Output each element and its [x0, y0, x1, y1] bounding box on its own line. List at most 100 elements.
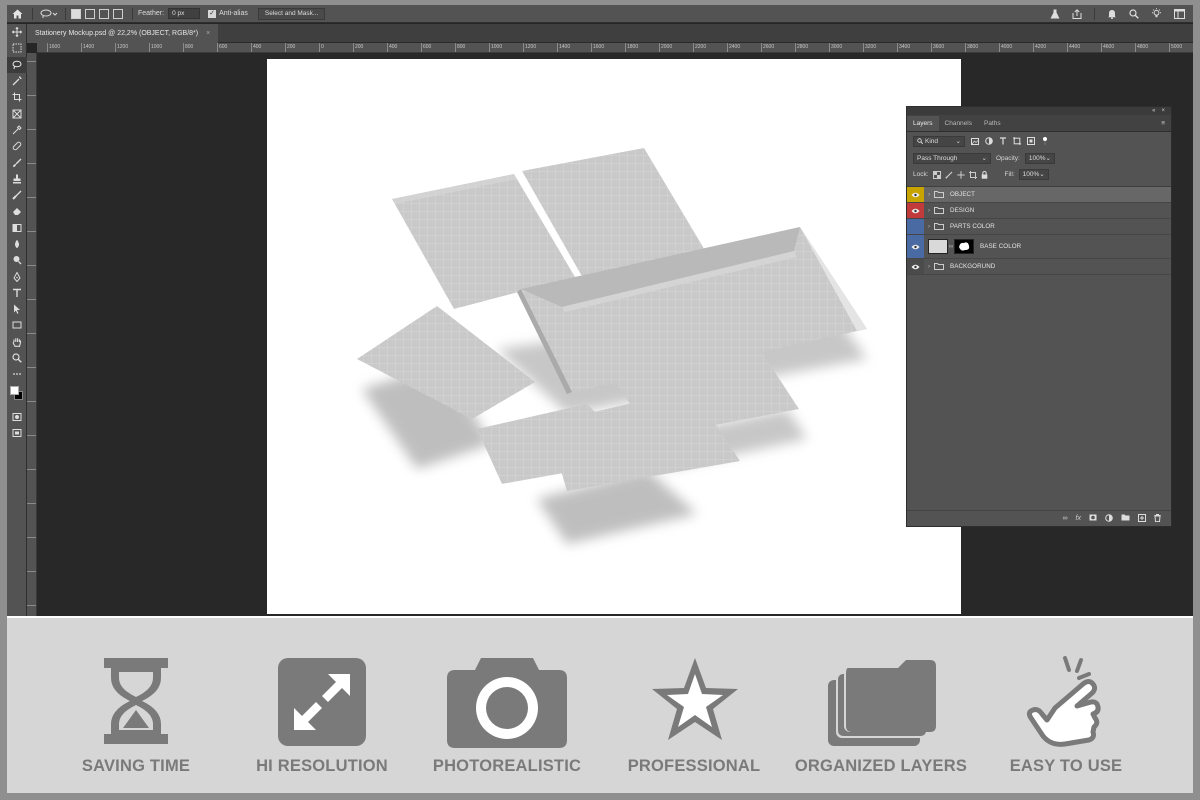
close-panel-icon[interactable]: ×: [1161, 108, 1165, 114]
document-title: Stationery Mockup.psd @ 22,2% (OBJECT, R…: [35, 30, 199, 37]
new-group-icon[interactable]: [1121, 514, 1130, 523]
hand-tool[interactable]: [7, 334, 27, 350]
expand-group-icon[interactable]: ›: [924, 208, 934, 214]
eraser-tool[interactable]: [7, 203, 27, 219]
lasso-tool-preset[interactable]: [38, 8, 60, 20]
artboard[interactable]: [267, 59, 961, 614]
blend-mode-select[interactable]: Pass Through ⌄: [913, 152, 991, 164]
bandage-icon: [12, 141, 22, 151]
new-layer-icon[interactable]: [1138, 513, 1146, 524]
opacity-input[interactable]: 100% ⌄: [1024, 152, 1055, 164]
layer-row[interactable]: › BACKGORUND: [907, 259, 1171, 275]
ruler-tick-label: 3600: [933, 44, 945, 50]
pen-tool[interactable]: [7, 268, 27, 284]
gradient-tool[interactable]: [7, 220, 27, 236]
layer-row[interactable]: › PARTS COLOR: [907, 219, 1171, 235]
eyedropper-tool[interactable]: [7, 122, 27, 138]
add-mask-icon[interactable]: [1089, 514, 1097, 523]
fx-icon[interactable]: fx: [1076, 515, 1081, 522]
canvas-area[interactable]: « × Layers Channels Paths ≡ Kind ⌄ Pass …: [37, 53, 1193, 616]
fill-input[interactable]: 100% ⌄: [1018, 169, 1049, 180]
marquee-tool[interactable]: [7, 40, 27, 56]
filter-smart-object-icon[interactable]: [1027, 137, 1035, 145]
layer-row[interactable]: › OBJECT: [907, 187, 1171, 203]
lightbulb-icon[interactable]: [1151, 8, 1162, 19]
history-brush-tool[interactable]: [7, 187, 27, 203]
layer-row[interactable]: ∞ BASE COLOR: [907, 235, 1171, 259]
visibility-toggle[interactable]: [907, 187, 924, 202]
subtract-selection-icon[interactable]: [99, 8, 109, 19]
home-button[interactable]: [7, 5, 27, 23]
filter-adjustment-icon[interactable]: [985, 137, 993, 145]
visibility-toggle[interactable]: [907, 259, 924, 274]
lock-all-icon[interactable]: [981, 170, 989, 179]
lock-transparent-icon[interactable]: [932, 170, 941, 179]
vertical-ruler[interactable]: [27, 53, 37, 616]
ruler-tick-label: 3400: [899, 44, 911, 50]
lock-position-icon[interactable]: [956, 170, 965, 179]
collapse-panel-icon[interactable]: «: [1152, 108, 1155, 114]
rectangle-tool[interactable]: [7, 317, 27, 333]
quick-select-tool[interactable]: [7, 73, 27, 89]
clone-stamp-tool[interactable]: [7, 171, 27, 187]
workspace-icon[interactable]: [1174, 8, 1185, 19]
tab-paths[interactable]: Paths: [978, 116, 1007, 131]
tab-channels[interactable]: Channels: [939, 116, 978, 131]
document-tab[interactable]: Stationery Mockup.psd @ 22,2% (OBJECT, R…: [27, 24, 219, 43]
panel-menu-icon[interactable]: ≡: [1161, 116, 1171, 131]
adjustment-layer-icon[interactable]: [1105, 513, 1113, 524]
close-tab-icon[interactable]: ×: [206, 24, 210, 43]
ruler-tick: [27, 367, 36, 368]
path-select-tool[interactable]: [7, 301, 27, 317]
quick-mask-button[interactable]: [7, 409, 27, 425]
add-selection-icon[interactable]: [85, 8, 95, 19]
frame-tool[interactable]: [7, 105, 27, 121]
blur-tool[interactable]: [7, 236, 27, 252]
trash-icon[interactable]: [1154, 513, 1161, 524]
color-swatches[interactable]: [7, 383, 27, 409]
visibility-toggle[interactable]: [907, 235, 924, 258]
type-tool[interactable]: [7, 285, 27, 301]
expand-group-icon[interactable]: ›: [924, 192, 934, 198]
visibility-toggle[interactable]: [907, 219, 924, 234]
feather-input[interactable]: 0 px: [168, 8, 201, 19]
screen-mode-button[interactable]: [7, 425, 27, 441]
bell-icon[interactable]: [1107, 9, 1117, 19]
foreground-color-swatch[interactable]: [10, 385, 19, 395]
healing-brush-tool[interactable]: [7, 138, 27, 154]
lock-pixels-icon[interactable]: [944, 171, 953, 179]
layer-mask-thumbnail[interactable]: [954, 239, 974, 254]
filter-pixel-icon[interactable]: [971, 137, 979, 145]
horizontal-ruler[interactable]: 1600 1400 1200 1000 800 600 400 200 0 200 400 600 80…: [37, 43, 1193, 53]
zoom-tool[interactable]: [7, 350, 27, 366]
brush-tool[interactable]: [7, 154, 27, 170]
antialias-checkbox[interactable]: ✓ Anti-alias: [208, 9, 248, 18]
tab-layers[interactable]: Layers: [907, 116, 939, 131]
eraser-icon: [13, 208, 21, 216]
ruler-tick-label: 4000: [1001, 44, 1013, 50]
share-icon[interactable]: [1072, 8, 1082, 19]
stationery-mockup-image: [357, 148, 867, 544]
lasso-tool[interactable]: [7, 56, 27, 73]
filter-toggle-icon[interactable]: [1041, 137, 1049, 145]
crop-tool[interactable]: [7, 89, 27, 105]
flask-icon[interactable]: [1050, 9, 1060, 19]
new-selection-icon[interactable]: [71, 8, 81, 19]
select-and-mask-button[interactable]: Select and Mask...: [257, 7, 326, 20]
ruler-tick: [27, 61, 36, 62]
expand-group-icon[interactable]: ›: [924, 224, 934, 230]
link-layers-icon[interactable]: ∞: [1063, 515, 1068, 522]
expand-group-icon[interactable]: ›: [924, 264, 934, 270]
intersect-selection-icon[interactable]: [113, 8, 123, 19]
search-icon[interactable]: [1129, 8, 1139, 19]
dodge-tool[interactable]: [7, 252, 27, 268]
visibility-toggle[interactable]: [907, 203, 924, 218]
lock-artboard-icon[interactable]: [968, 170, 977, 179]
layer-row[interactable]: › DESIGN: [907, 203, 1171, 219]
move-tool[interactable]: [7, 24, 27, 40]
edit-toolbar-button[interactable]: [7, 366, 27, 382]
filter-kind-select[interactable]: Kind ⌄: [913, 135, 965, 147]
filter-shape-icon[interactable]: [1013, 137, 1021, 145]
layer-thumbnail[interactable]: [928, 239, 948, 254]
filter-type-icon[interactable]: [999, 137, 1007, 145]
